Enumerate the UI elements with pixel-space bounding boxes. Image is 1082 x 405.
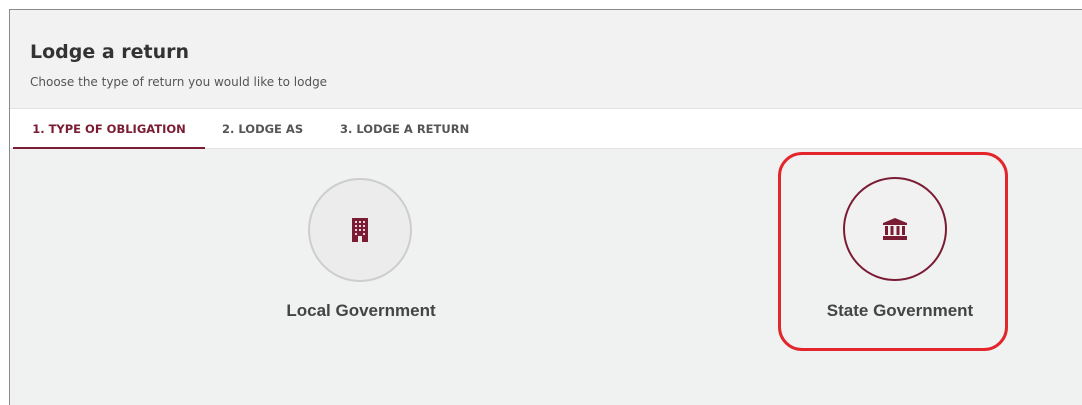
local-government-icon-circle[interactable] (308, 178, 412, 282)
tab-lodge-a-return[interactable]: 3. LODGE A RETURN (340, 109, 469, 149)
building-icon (352, 218, 368, 242)
government-building-icon (883, 218, 907, 240)
step-tabs: 1. TYPE OF OBLIGATION 2. LODGE AS 3. LOD… (10, 108, 1082, 149)
state-government-icon-circle[interactable] (843, 177, 947, 281)
page-subtitle: Choose the type of return you would like… (30, 75, 328, 89)
page-title: Lodge a return (30, 41, 190, 63)
page-frame: Lodge a return Choose the type of return… (9, 9, 1082, 405)
tab-lodge-as[interactable]: 2. LODGE AS (222, 109, 303, 149)
page-header: Lodge a return Choose the type of return… (10, 10, 1082, 108)
tab-type-of-obligation[interactable]: 1. TYPE OF OBLIGATION (13, 109, 205, 149)
local-government-label[interactable]: Local Government (240, 301, 482, 321)
state-government-label[interactable]: State Government (780, 301, 1020, 321)
obligation-options: Local Government State Government (10, 149, 1082, 405)
